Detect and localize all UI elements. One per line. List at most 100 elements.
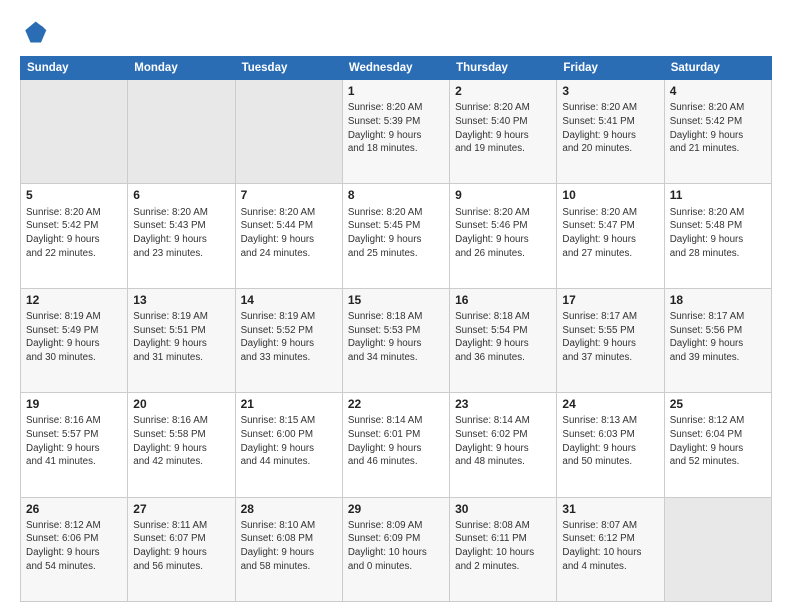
day-number: 16	[455, 292, 551, 308]
weekday-header-tuesday: Tuesday	[235, 57, 342, 80]
weekday-header-friday: Friday	[557, 57, 664, 80]
calendar-cell: 27 Sunrise: 8:11 AM Sunset: 6:07 PM Dayli…	[128, 497, 235, 601]
weekday-header-sunday: Sunday	[21, 57, 128, 80]
day-number: 7	[241, 187, 337, 203]
calendar-cell: 5 Sunrise: 8:20 AM Sunset: 5:42 PM Daylig…	[21, 184, 128, 288]
calendar-cell: 24 Sunrise: 8:13 AM Sunset: 6:03 PM Dayli…	[557, 393, 664, 497]
day-number: 25	[670, 396, 766, 412]
day-detail: Sunrise: 8:20 AM Sunset: 5:40 PM Dayligh…	[455, 101, 551, 156]
day-number: 13	[133, 292, 229, 308]
day-number: 18	[670, 292, 766, 308]
day-detail: Sunrise: 8:19 AM Sunset: 5:52 PM Dayligh…	[241, 310, 337, 365]
day-detail: Sunrise: 8:20 AM Sunset: 5:39 PM Dayligh…	[348, 101, 444, 156]
day-number: 20	[133, 396, 229, 412]
calendar-cell: 11 Sunrise: 8:20 AM Sunset: 5:48 PM Dayli…	[664, 184, 771, 288]
calendar-cell	[235, 80, 342, 184]
calendar-cell: 22 Sunrise: 8:14 AM Sunset: 6:01 PM Dayli…	[342, 393, 449, 497]
day-number: 27	[133, 501, 229, 517]
day-detail: Sunrise: 8:20 AM Sunset: 5:43 PM Dayligh…	[133, 206, 229, 261]
calendar-cell: 3 Sunrise: 8:20 AM Sunset: 5:41 PM Daylig…	[557, 80, 664, 184]
day-detail: Sunrise: 8:11 AM Sunset: 6:07 PM Dayligh…	[133, 519, 229, 574]
calendar-cell: 2 Sunrise: 8:20 AM Sunset: 5:40 PM Daylig…	[450, 80, 557, 184]
day-number: 11	[670, 187, 766, 203]
day-number: 26	[26, 501, 122, 517]
day-number: 12	[26, 292, 122, 308]
calendar-cell: 7 Sunrise: 8:20 AM Sunset: 5:44 PM Daylig…	[235, 184, 342, 288]
day-number: 5	[26, 187, 122, 203]
header	[20, 18, 772, 46]
calendar-cell: 30Sunrise: 8:08 AM Sunset: 6:11 PM Dayli…	[450, 497, 557, 601]
day-number: 10	[562, 187, 658, 203]
day-detail: Sunrise: 8:20 AM Sunset: 5:42 PM Dayligh…	[670, 101, 766, 156]
day-detail: Sunrise: 8:20 AM Sunset: 5:46 PM Dayligh…	[455, 206, 551, 261]
day-detail: Sunrise: 8:10 AM Sunset: 6:08 PM Dayligh…	[241, 519, 337, 574]
day-number: 2	[455, 83, 551, 99]
day-number: 29	[348, 501, 444, 517]
calendar-cell: 15Sunrise: 8:18 AM Sunset: 5:53 PM Dayli…	[342, 288, 449, 392]
day-number: 14	[241, 292, 337, 308]
day-detail: Sunrise: 8:19 AM Sunset: 5:49 PM Dayligh…	[26, 310, 122, 365]
calendar-cell: 6 Sunrise: 8:20 AM Sunset: 5:43 PM Daylig…	[128, 184, 235, 288]
calendar-table: SundayMondayTuesdayWednesdayThursdayFrid…	[20, 56, 772, 602]
day-number: 23	[455, 396, 551, 412]
calendar-cell: 9 Sunrise: 8:20 AM Sunset: 5:46 PM Daylig…	[450, 184, 557, 288]
day-number: 15	[348, 292, 444, 308]
day-detail: Sunrise: 8:09 AM Sunset: 6:09 PM Dayligh…	[348, 519, 444, 574]
day-number: 6	[133, 187, 229, 203]
logo	[20, 18, 50, 46]
day-detail: Sunrise: 8:07 AM Sunset: 6:12 PM Dayligh…	[562, 519, 658, 574]
day-number: 9	[455, 187, 551, 203]
week-row-2: 12 Sunrise: 8:19 AM Sunset: 5:49 PM Dayli…	[21, 288, 772, 392]
weekday-header-saturday: Saturday	[664, 57, 771, 80]
calendar-cell	[21, 80, 128, 184]
day-number: 31	[562, 501, 658, 517]
day-detail: Sunrise: 8:14 AM Sunset: 6:01 PM Dayligh…	[348, 414, 444, 469]
calendar-cell: 1Sunrise: 8:20 AM Sunset: 5:39 PM Daylig…	[342, 80, 449, 184]
calendar-cell: 20 Sunrise: 8:16 AM Sunset: 5:58 PM Dayli…	[128, 393, 235, 497]
calendar-cell: 26Sunrise: 8:12 AM Sunset: 6:06 PM Dayli…	[21, 497, 128, 601]
calendar-cell: 16 Sunrise: 8:18 AM Sunset: 5:54 PM Dayli…	[450, 288, 557, 392]
day-detail: Sunrise: 8:20 AM Sunset: 5:41 PM Dayligh…	[562, 101, 658, 156]
calendar-cell: 25 Sunrise: 8:12 AM Sunset: 6:04 PM Dayli…	[664, 393, 771, 497]
day-detail: Sunrise: 8:16 AM Sunset: 5:57 PM Dayligh…	[26, 414, 122, 469]
day-number: 8	[348, 187, 444, 203]
day-number: 3	[562, 83, 658, 99]
day-detail: Sunrise: 8:20 AM Sunset: 5:45 PM Dayligh…	[348, 206, 444, 261]
week-row-0: 1Sunrise: 8:20 AM Sunset: 5:39 PM Daylig…	[21, 80, 772, 184]
day-number: 21	[241, 396, 337, 412]
day-detail: Sunrise: 8:12 AM Sunset: 6:04 PM Dayligh…	[670, 414, 766, 469]
weekday-header-thursday: Thursday	[450, 57, 557, 80]
day-detail: Sunrise: 8:16 AM Sunset: 5:58 PM Dayligh…	[133, 414, 229, 469]
day-number: 30	[455, 501, 551, 517]
day-detail: Sunrise: 8:18 AM Sunset: 5:54 PM Dayligh…	[455, 310, 551, 365]
day-detail: Sunrise: 8:20 AM Sunset: 5:48 PM Dayligh…	[670, 206, 766, 261]
calendar-cell: 17 Sunrise: 8:17 AM Sunset: 5:55 PM Dayli…	[557, 288, 664, 392]
calendar-cell: 18Sunrise: 8:17 AM Sunset: 5:56 PM Dayli…	[664, 288, 771, 392]
week-row-3: 19Sunrise: 8:16 AM Sunset: 5:57 PM Dayli…	[21, 393, 772, 497]
day-detail: Sunrise: 8:20 AM Sunset: 5:47 PM Dayligh…	[562, 206, 658, 261]
day-detail: Sunrise: 8:17 AM Sunset: 5:55 PM Dayligh…	[562, 310, 658, 365]
day-detail: Sunrise: 8:20 AM Sunset: 5:42 PM Dayligh…	[26, 206, 122, 261]
day-number: 17	[562, 292, 658, 308]
calendar-cell: 10 Sunrise: 8:20 AM Sunset: 5:47 PM Dayli…	[557, 184, 664, 288]
calendar-cell: 31 Sunrise: 8:07 AM Sunset: 6:12 PM Dayli…	[557, 497, 664, 601]
calendar-cell: 29 Sunrise: 8:09 AM Sunset: 6:09 PM Dayli…	[342, 497, 449, 601]
weekday-header-monday: Monday	[128, 57, 235, 80]
day-number: 4	[670, 83, 766, 99]
week-row-1: 5 Sunrise: 8:20 AM Sunset: 5:42 PM Daylig…	[21, 184, 772, 288]
day-detail: Sunrise: 8:14 AM Sunset: 6:02 PM Dayligh…	[455, 414, 551, 469]
calendar-cell: 12 Sunrise: 8:19 AM Sunset: 5:49 PM Dayli…	[21, 288, 128, 392]
calendar-cell: 13Sunrise: 8:19 AM Sunset: 5:51 PM Dayli…	[128, 288, 235, 392]
calendar-cell	[128, 80, 235, 184]
day-detail: Sunrise: 8:13 AM Sunset: 6:03 PM Dayligh…	[562, 414, 658, 469]
weekday-header-row: SundayMondayTuesdayWednesdayThursdayFrid…	[21, 57, 772, 80]
day-detail: Sunrise: 8:20 AM Sunset: 5:44 PM Dayligh…	[241, 206, 337, 261]
calendar-cell	[664, 497, 771, 601]
logo-icon	[20, 18, 48, 46]
page: SundayMondayTuesdayWednesdayThursdayFrid…	[0, 0, 792, 612]
calendar-cell: 14 Sunrise: 8:19 AM Sunset: 5:52 PM Dayli…	[235, 288, 342, 392]
day-number: 22	[348, 396, 444, 412]
day-number: 24	[562, 396, 658, 412]
calendar-cell: 28Sunrise: 8:10 AM Sunset: 6:08 PM Dayli…	[235, 497, 342, 601]
week-row-4: 26Sunrise: 8:12 AM Sunset: 6:06 PM Dayli…	[21, 497, 772, 601]
